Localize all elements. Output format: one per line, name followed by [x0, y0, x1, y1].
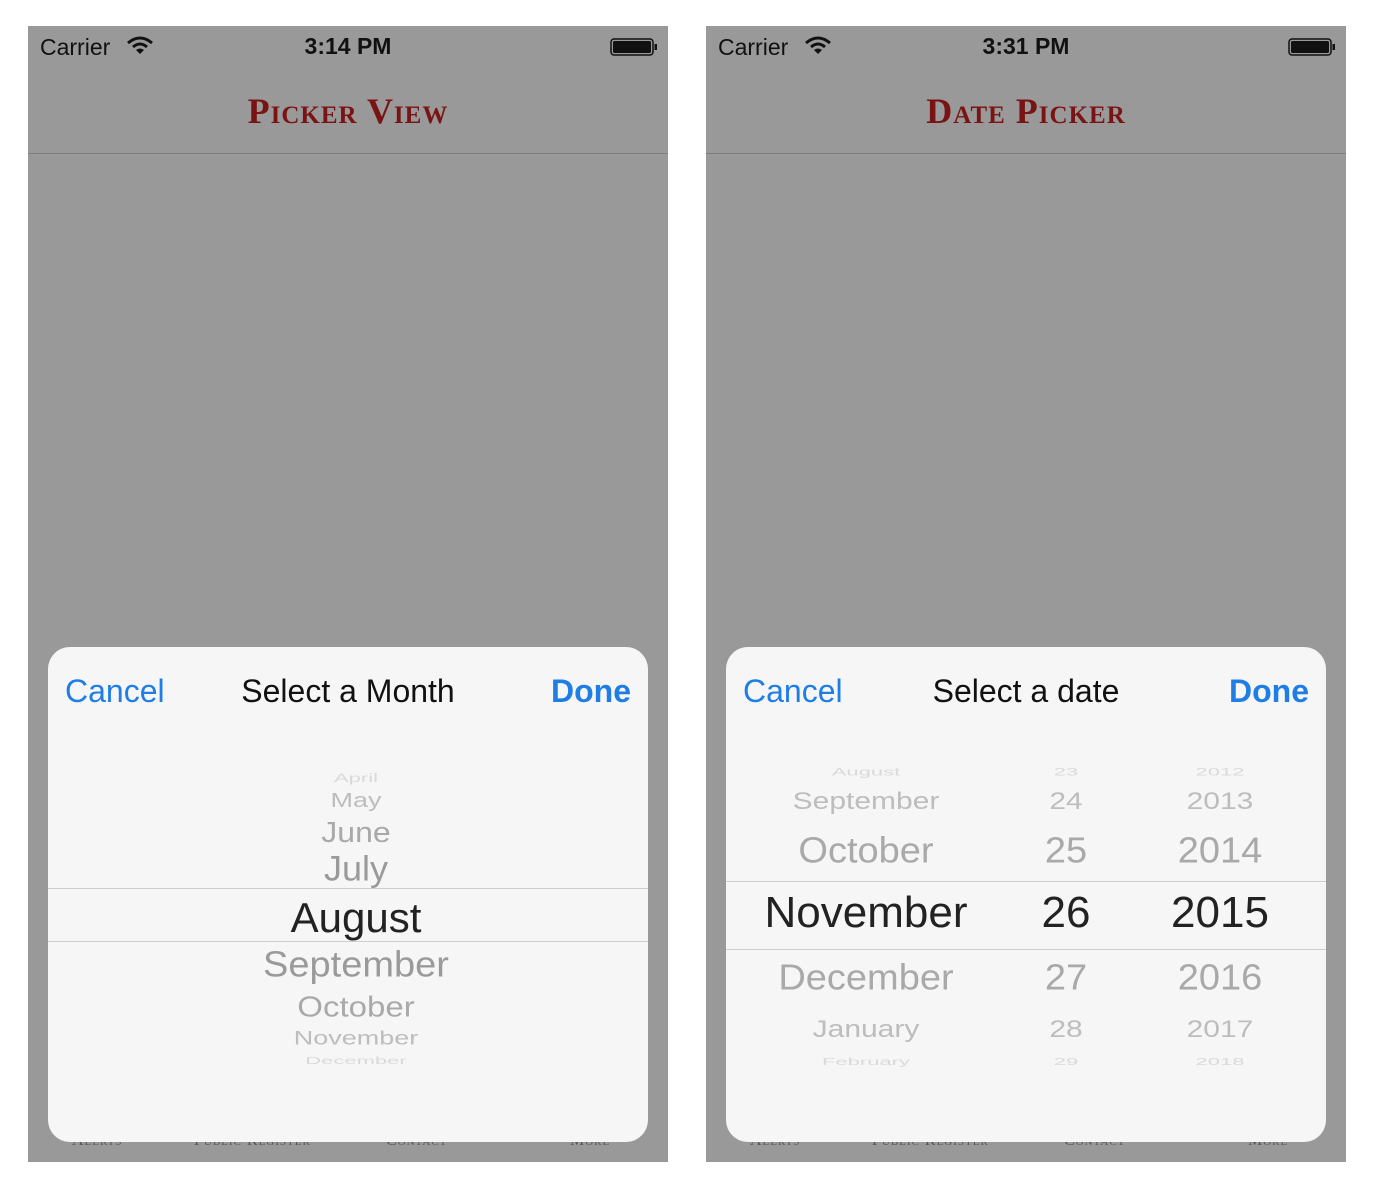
selected-day[interactable]: 26 [1042, 891, 1091, 935]
month-option[interactable]: September [793, 790, 940, 814]
status-bar: Carrier 3:31 PM [706, 26, 1346, 66]
month-option[interactable]: December [305, 1056, 406, 1066]
navigation-bar: Picker View [28, 66, 668, 154]
date-picker-sheet: Cancel Select a date Done August Septembe… [726, 647, 1326, 1142]
month-option[interactable]: February [822, 1057, 910, 1067]
month-option[interactable]: August [832, 766, 901, 778]
day-option[interactable]: 24 [1049, 790, 1082, 814]
month-picker-sheet: Cancel Select a Month Done April May June J… [48, 647, 648, 1142]
status-bar: Carrier 3:14 PM [28, 26, 668, 66]
cancel-button[interactable]: Cancel [743, 673, 843, 710]
month-option[interactable]: January [813, 1018, 920, 1042]
year-option[interactable]: 2018 [1196, 1057, 1245, 1067]
month-option[interactable]: April [334, 772, 378, 784]
month-option[interactable]: October [798, 833, 933, 869]
picker-view-screen: Carrier 3:14 PM Picker View Alerts Publi… [28, 26, 668, 1162]
done-button[interactable]: Done [1229, 673, 1309, 710]
month-option[interactable]: July [324, 851, 388, 887]
year-option[interactable]: 2012 [1196, 766, 1245, 778]
navigation-bar: Date Picker [706, 66, 1346, 154]
month-wheel[interactable]: April May June July August September October No… [48, 737, 648, 1097]
month-option[interactable]: June [321, 818, 390, 847]
day-option[interactable]: 23 [1054, 766, 1078, 778]
day-option[interactable]: 25 [1045, 833, 1087, 869]
date-picker-screen: Carrier 3:31 PM Date Picker Alerts Publi… [706, 26, 1346, 1162]
day-option[interactable]: 28 [1049, 1018, 1082, 1042]
day-option[interactable]: 29 [1054, 1057, 1078, 1067]
selection-line-bottom [726, 949, 1326, 950]
battery-icon [610, 38, 657, 56]
month-option[interactable]: May [330, 790, 381, 810]
year-option[interactable]: 2016 [1178, 960, 1263, 996]
selection-line-bottom [48, 941, 648, 942]
day-option[interactable]: 27 [1045, 960, 1087, 996]
year-option[interactable]: 2014 [1178, 833, 1263, 869]
status-time: 3:31 PM [982, 33, 1070, 59]
battery-icon [1288, 38, 1335, 56]
month-option[interactable]: September [263, 947, 449, 983]
date-wheel[interactable]: August September October November December Ja… [726, 737, 1326, 1097]
month-option[interactable]: October [297, 992, 414, 1021]
selected-month[interactable]: August [291, 897, 422, 939]
page-title: Picker View [247, 91, 449, 131]
selected-month[interactable]: November [765, 891, 968, 935]
year-option[interactable]: 2017 [1187, 1018, 1254, 1042]
month-option[interactable]: November [294, 1028, 419, 1048]
sheet-header: Cancel Select a Month Done [48, 647, 648, 737]
page-title: Date Picker [926, 91, 1126, 131]
year-option[interactable]: 2013 [1187, 790, 1254, 814]
cancel-button[interactable]: Cancel [65, 673, 165, 710]
sheet-header: Cancel Select a date Done [726, 647, 1326, 737]
done-button[interactable]: Done [551, 673, 631, 710]
status-time: 3:14 PM [304, 33, 392, 59]
month-option[interactable]: December [778, 960, 953, 996]
selected-year[interactable]: 2015 [1171, 891, 1269, 935]
selection-line-top [726, 881, 1326, 882]
